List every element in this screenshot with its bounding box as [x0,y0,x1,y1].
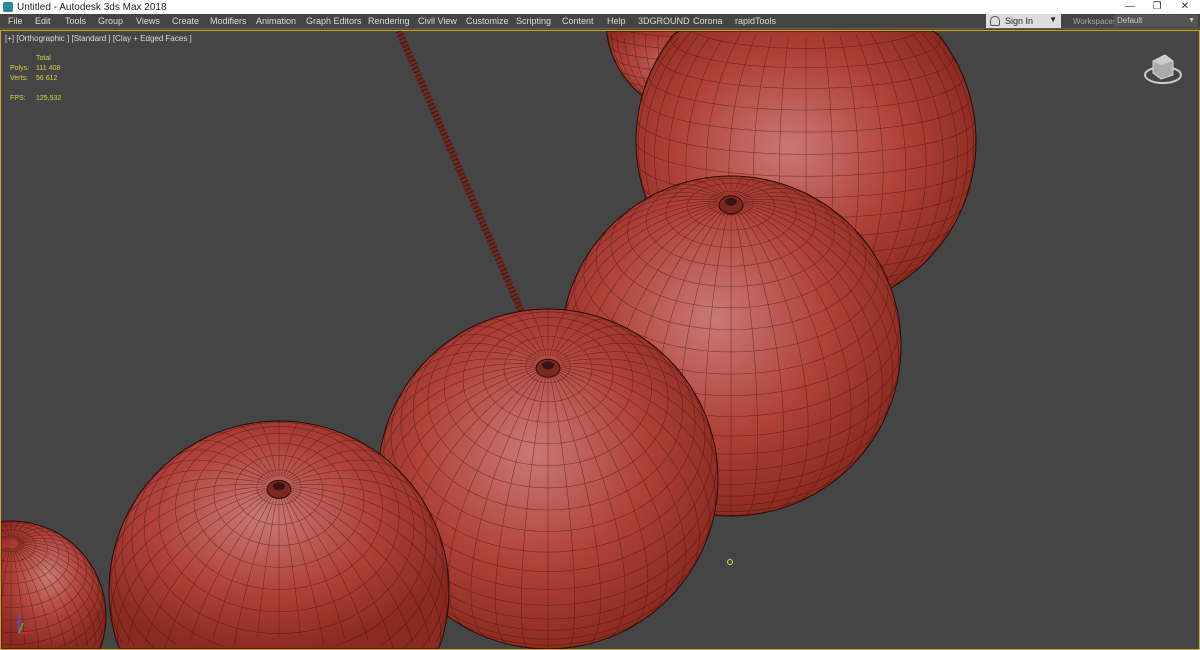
verts-value: 56 612 [36,75,58,82]
menu-animation[interactable]: Animation [256,16,296,26]
menu-file[interactable]: File [8,16,23,26]
viewport-label-menu[interactable]: [+] [Orthographic ] [Standard ] [Clay + … [5,34,192,43]
menu-group[interactable]: Group [98,16,123,26]
sphere-hole [542,361,554,370]
menu-views[interactable]: Views [136,16,160,26]
pivot-marker-icon [727,559,733,565]
menu-rendering[interactable]: Rendering [368,16,410,26]
axis-tripod-icon [18,615,33,634]
sign-in-button[interactable]: Sign In ▼ [986,14,1061,28]
fps-value: 125,532 [36,95,62,102]
user-icon [990,16,1000,26]
menu-3dground[interactable]: 3DGROUND [638,16,690,26]
menu-graph-editors[interactable]: Graph Editors [306,16,362,26]
polys-label: Polys: [10,65,30,72]
menu-civil-view[interactable]: Civil View [418,16,457,26]
workspaces-select[interactable]: Default ▼ [1114,15,1198,27]
chevron-down-icon: ▼ [1188,17,1195,24]
polys-value: 111 408 [36,65,61,72]
viewcube-icon[interactable] [1141,49,1185,89]
viewport-scene [1,31,977,649]
workspaces-label: Workspaces: [1073,17,1120,26]
menu-rapidtools[interactable]: rapidTools [735,16,776,26]
workspaces-value: Default [1117,16,1143,25]
verts-label: Verts: [10,75,28,82]
fps-label: FPS: [10,95,26,102]
menu-scripting[interactable]: Scripting [516,16,551,26]
sphere-hole [725,197,737,206]
chevron-down-icon: ▼ [1049,15,1057,24]
menu-help[interactable]: Help [607,16,626,26]
3dsmax-app-icon [3,2,13,12]
window-title: Untitled - Autodesk 3ds Max 2018 [17,1,167,13]
sign-in-label: Sign In [1005,16,1034,26]
stats-header: Total [36,55,51,62]
menu-content[interactable]: Content [562,16,594,26]
perspective-viewport[interactable]: [+] [Orthographic ] [Standard ] [Clay + … [0,30,1200,650]
menu-customize[interactable]: Customize [466,16,509,26]
menu-create[interactable]: Create [172,16,199,26]
close-button[interactable]: ✕ [1170,0,1200,14]
restore-button[interactable]: ❐ [1142,0,1172,14]
minimize-button[interactable]: — [1115,0,1145,14]
sphere-hole [273,482,285,491]
menu-tools[interactable]: Tools [65,16,86,26]
title-bar: Untitled - Autodesk 3ds Max 2018 — ❐ ✕ [0,0,1200,14]
menu-modifiers[interactable]: Modifiers [210,16,247,26]
menu-corona[interactable]: Corona [693,16,723,26]
menu-edit[interactable]: Edit [35,16,51,26]
